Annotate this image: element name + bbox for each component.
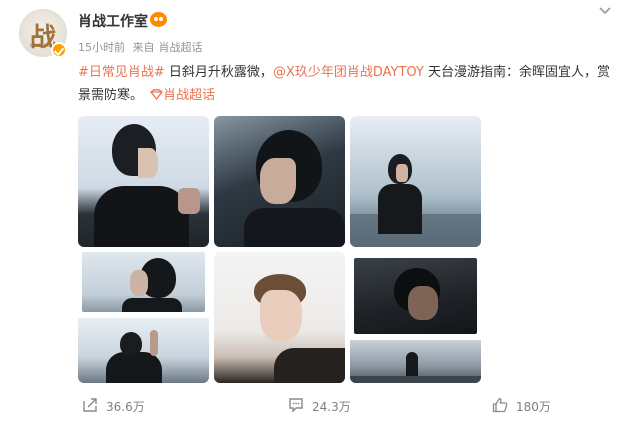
forward-count: 36.6万 xyxy=(106,400,145,414)
source-link[interactable]: 肖战超话 xyxy=(159,41,203,54)
text-part-1: 日斜月升秋露微， xyxy=(164,65,273,80)
photo-grid xyxy=(78,116,482,384)
photo-1[interactable] xyxy=(78,116,209,247)
chevron-down-icon[interactable] xyxy=(598,4,612,18)
vip-badge-icon[interactable] xyxy=(150,12,167,27)
post-meta: 15小时前 来自 肖战超话 xyxy=(78,39,207,55)
photo-3[interactable] xyxy=(350,116,481,247)
photo-5[interactable] xyxy=(214,252,345,383)
supertopic-label: 肖战超话 xyxy=(163,88,216,103)
comment-icon xyxy=(289,398,303,413)
mention-link[interactable]: @X玖少年团肖战DAYTOY xyxy=(273,65,424,80)
forward-icon xyxy=(83,398,97,412)
hashtag-link[interactable]: #日常见肖战# xyxy=(78,65,165,80)
photo-6[interactable] xyxy=(350,252,481,383)
post-text: #日常见肖战# 日斜月升秋露微，@X玖少年团肖战DAYTOY 天台漫游指南：余晖… xyxy=(78,61,613,107)
supertopic-link[interactable]: 肖战超话 xyxy=(147,88,215,103)
author-name[interactable]: 肖战工作室 xyxy=(78,11,148,31)
source-prefix: 来自 xyxy=(132,41,155,54)
post-time[interactable]: 15小时前 xyxy=(78,41,125,54)
like-count: 180万 xyxy=(516,400,551,414)
photo-2[interactable] xyxy=(214,116,345,247)
verified-icon xyxy=(51,42,67,58)
like-icon xyxy=(492,397,508,413)
supertopic-icon xyxy=(150,89,164,101)
comment-count: 24.3万 xyxy=(312,400,351,414)
photo-4[interactable] xyxy=(78,252,209,383)
